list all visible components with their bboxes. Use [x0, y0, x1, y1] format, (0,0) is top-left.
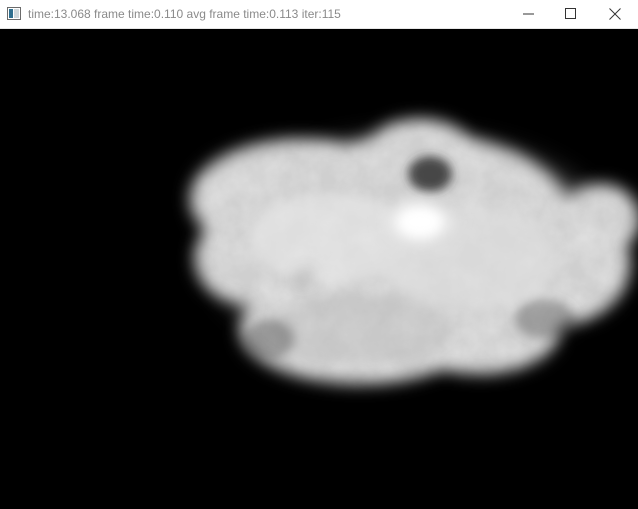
minimize-button[interactable] [506, 0, 552, 28]
close-icon [609, 8, 621, 20]
title-bar[interactable]: time:13.068 frame time:0.110 avg frame t… [0, 0, 638, 29]
app-icon[interactable] [7, 7, 21, 20]
maximize-button[interactable] [548, 0, 594, 28]
app-window: time:13.068 frame time:0.110 avg frame t… [0, 0, 638, 509]
close-button[interactable] [592, 0, 638, 28]
minimize-icon [523, 13, 534, 15]
cloud-render [0, 29, 638, 509]
window-title: time:13.068 frame time:0.110 avg frame t… [28, 7, 341, 21]
render-viewport[interactable] [0, 29, 638, 509]
maximize-icon [565, 8, 576, 19]
